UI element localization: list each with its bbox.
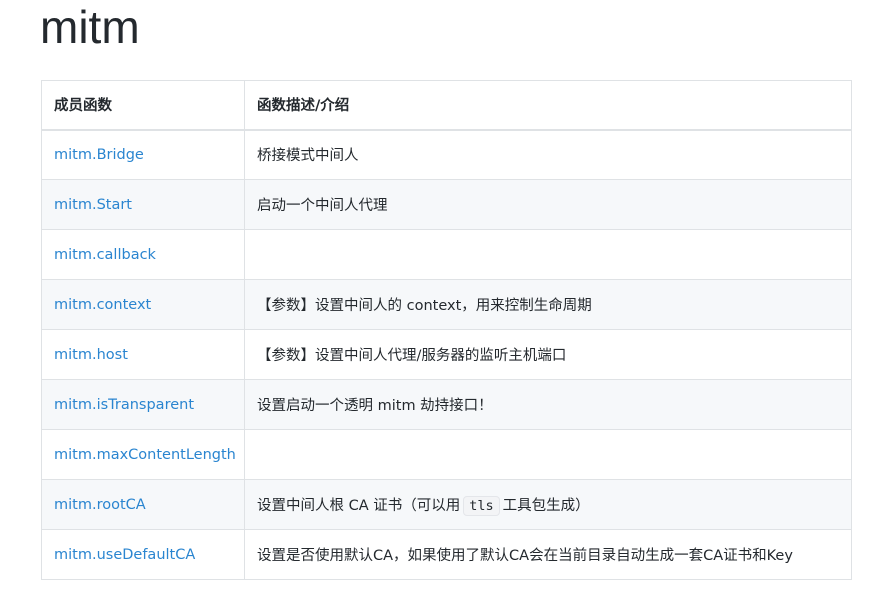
function-name-cell: mitm.Bridge (41, 129, 245, 180)
function-link-callback[interactable]: mitm.callback (54, 247, 156, 263)
page-title: mitm (40, 1, 140, 53)
function-name-cell: mitm.isTransparent (41, 379, 245, 430)
table-row: mitm.callback (41, 229, 852, 280)
function-description: 桥接模式中间人 (244, 129, 852, 180)
function-name-cell: mitm.useDefaultCA (41, 529, 245, 580)
function-description: 【参数】设置中间人代理/服务器的监听主机端口 (244, 329, 852, 380)
function-description: 设置中间人根 CA 证书（可以用 tls 工具包生成） (244, 479, 852, 530)
function-description: 设置启动一个透明 mitm 劫持接口！ (244, 379, 852, 430)
table-row: mitm.Start 启动一个中间人代理 (41, 179, 852, 230)
function-link-is-transparent[interactable]: mitm.isTransparent (54, 397, 194, 413)
table-row: mitm.context 【参数】设置中间人的 context，用来控制生命周期 (41, 279, 852, 330)
function-link-start[interactable]: mitm.Start (54, 197, 132, 213)
function-description (244, 429, 852, 480)
inline-code: tls (463, 496, 500, 516)
function-name-cell: mitm.Start (41, 179, 245, 230)
function-description (244, 229, 852, 280)
function-name-cell: mitm.context (41, 279, 245, 330)
table-row: mitm.useDefaultCA 设置是否使用默认CA，如果使用了默认CA会在… (41, 529, 852, 580)
description-text: 设置中间人根 CA 证书（可以用 (257, 498, 461, 514)
function-name-cell: mitm.host (41, 329, 245, 380)
function-description: 【参数】设置中间人的 context，用来控制生命周期 (244, 279, 852, 330)
column-header-member-function: 成员函数 (41, 80, 245, 131)
table-header-row: 成员函数 函数描述/介绍 (41, 80, 852, 131)
table-row: mitm.Bridge 桥接模式中间人 (41, 129, 852, 180)
function-link-root-ca[interactable]: mitm.rootCA (54, 497, 146, 513)
function-link-context[interactable]: mitm.context (54, 297, 151, 313)
function-name-cell: mitm.rootCA (41, 479, 245, 530)
function-description: 设置是否使用默认CA，如果使用了默认CA会在当前目录自动生成一套CA证书和Key (244, 529, 852, 580)
column-header-description: 函数描述/介绍 (244, 80, 852, 131)
table-row: mitm.isTransparent 设置启动一个透明 mitm 劫持接口！ (41, 379, 852, 430)
table-row: mitm.maxContentLength (41, 429, 852, 480)
function-link-host[interactable]: mitm.host (54, 347, 128, 363)
function-link-use-default-ca[interactable]: mitm.useDefaultCA (54, 547, 195, 563)
function-link-bridge[interactable]: mitm.Bridge (54, 147, 144, 163)
document-page: mitm 成员函数 函数描述/介绍 mitm.Bridge 桥接模式中间人 mi… (0, 0, 869, 594)
table-row: mitm.host 【参数】设置中间人代理/服务器的监听主机端口 (41, 329, 852, 380)
member-function-table: 成员函数 函数描述/介绍 mitm.Bridge 桥接模式中间人 mitm.St… (41, 80, 852, 580)
function-name-cell: mitm.maxContentLength (41, 429, 245, 480)
table-row: mitm.rootCA 设置中间人根 CA 证书（可以用 tls 工具包生成） (41, 479, 852, 530)
description-text: 工具包生成） (502, 498, 590, 514)
function-name-cell: mitm.callback (41, 229, 245, 280)
function-link-max-content-length[interactable]: mitm.maxContentLength (54, 447, 236, 463)
function-description: 启动一个中间人代理 (244, 179, 852, 230)
